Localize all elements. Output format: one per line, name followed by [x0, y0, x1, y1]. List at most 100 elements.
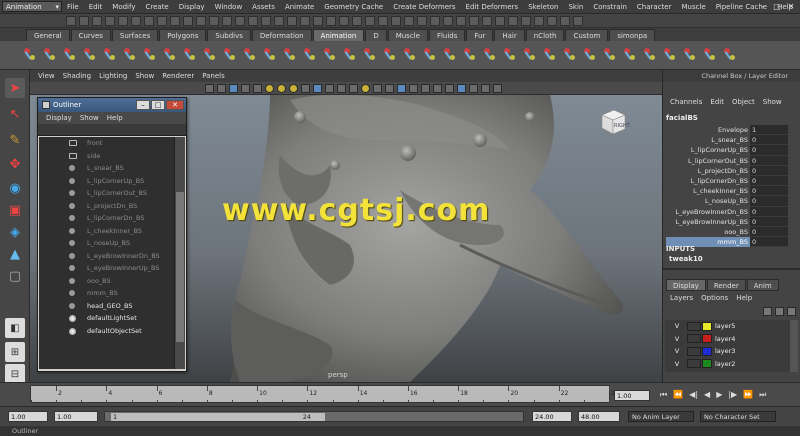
viewport-tool-icon[interactable]	[217, 83, 226, 93]
shelf-tab[interactable]: Subdivs	[207, 29, 251, 41]
status-tool-icon[interactable]	[131, 15, 141, 26]
layer-editor-menu-item[interactable]: Layers	[666, 293, 697, 303]
shelf-tab[interactable]: General	[26, 29, 70, 41]
status-tool-icon[interactable]	[66, 15, 76, 26]
attribute-value-field[interactable]: 1	[750, 125, 788, 136]
attribute-value-field[interactable]: 0	[750, 196, 788, 207]
joint-tool-icon[interactable]	[202, 45, 217, 64]
layer-visibility-toggle[interactable]: V	[671, 347, 683, 355]
status-tool-icon[interactable]	[222, 15, 232, 26]
viewport-tool-icon[interactable]	[325, 83, 334, 93]
status-tool-icon[interactable]	[144, 15, 154, 26]
joint-tool-icon[interactable]	[662, 45, 677, 64]
outliner-item[interactable]: L_lipCornerDn_BS	[39, 212, 174, 225]
status-tool-icon[interactable]	[326, 15, 336, 26]
viewport-tool-icon[interactable]	[253, 83, 262, 93]
joint-tool-icon[interactable]	[82, 45, 97, 64]
layer-editor-tab[interactable]: Render	[706, 279, 746, 291]
status-tool-icon[interactable]	[183, 15, 193, 26]
step-forward-frame-icon[interactable]: |▶	[728, 390, 737, 400]
view-cube[interactable]: RIGHT	[598, 107, 630, 137]
status-tool-icon[interactable]	[352, 15, 362, 26]
viewport-menu-item[interactable]: Renderer	[158, 72, 198, 80]
joint-tool-icon[interactable]	[222, 45, 237, 64]
menu-item[interactable]: Character	[632, 0, 677, 14]
viewport-tool-icon[interactable]	[469, 83, 478, 93]
layer-row[interactable]: Vlayer3	[665, 345, 790, 358]
outliner-item[interactable]: L_noseUp_BS	[39, 237, 174, 250]
viewport-tool-icon[interactable]	[457, 83, 466, 93]
status-tool-icon[interactable]	[105, 15, 115, 26]
menu-item[interactable]: Skin	[563, 0, 588, 14]
go-to-end-icon[interactable]: ⏭	[759, 390, 766, 400]
paint-select-icon[interactable]: ✎	[5, 130, 25, 150]
layer-visibility-toggle[interactable]: V	[671, 322, 683, 330]
channel-box-menu-item[interactable]: Show	[759, 96, 786, 108]
menu-item[interactable]: Edit Deformers	[461, 0, 524, 14]
attribute-value-field[interactable]: 0	[750, 135, 788, 146]
joint-tool-icon[interactable]	[542, 45, 557, 64]
menu-item[interactable]: Muscle	[676, 0, 710, 14]
status-tool-icon[interactable]	[365, 15, 375, 26]
viewport-menu-item[interactable]: Shading	[59, 72, 95, 80]
joint-tool-icon[interactable]	[182, 45, 197, 64]
layer-playback-toggle[interactable]	[687, 334, 701, 344]
joint-tool-icon[interactable]	[722, 45, 737, 64]
status-tool-icon[interactable]	[560, 15, 570, 26]
layer-editor-tab[interactable]: Anim	[746, 279, 779, 291]
viewport-tool-icon[interactable]	[349, 83, 358, 93]
joint-tool-icon[interactable]	[562, 45, 577, 64]
viewport-tool-icon[interactable]	[445, 83, 454, 93]
outliner-item[interactable]: L_lipCornerOut_BS	[39, 187, 174, 200]
layer-playback-toggle[interactable]	[687, 321, 701, 331]
channel-box-node-name[interactable]: facialBS	[666, 114, 698, 122]
joint-tool-icon[interactable]	[582, 45, 597, 64]
joint-tool-icon[interactable]	[142, 45, 157, 64]
status-tool-icon[interactable]	[79, 15, 89, 26]
shelf-tab[interactable]: D	[365, 29, 387, 41]
status-tool-icon[interactable]	[508, 15, 518, 26]
viewport-menu-item[interactable]: View	[34, 72, 59, 80]
status-tool-icon[interactable]	[261, 15, 271, 26]
viewport-tool-icon[interactable]	[337, 83, 346, 93]
layer-row[interactable]: Vlayer5	[665, 320, 790, 333]
shelf-tab[interactable]: Fluids	[428, 29, 466, 41]
joint-tool-icon[interactable]	[642, 45, 657, 64]
four-view-layout-icon[interactable]: ⊞	[5, 342, 25, 362]
step-back-key-icon[interactable]: ⏪	[673, 390, 683, 400]
outliner-item[interactable]: side	[39, 150, 174, 163]
joint-tool-icon[interactable]	[622, 45, 637, 64]
joint-tool-icon[interactable]	[462, 45, 477, 64]
lasso-tool-icon[interactable]: ↖	[5, 104, 25, 124]
soft-mod-tool-icon[interactable]: ▲	[5, 244, 25, 264]
last-tool-icon[interactable]: ▢	[5, 266, 25, 286]
layer-color-swatch[interactable]	[702, 321, 712, 331]
attribute-value-field[interactable]: 0	[750, 165, 788, 176]
outliner-item[interactable]: L_snear_BS	[39, 162, 174, 175]
shelf-tab[interactable]: Fur	[466, 29, 494, 41]
status-tool-icon[interactable]	[313, 15, 323, 26]
select-tool-icon[interactable]: ➤	[5, 78, 25, 98]
outliner-item[interactable]: L_lipCornerUp_BS	[39, 175, 174, 188]
channel-attribute-row[interactable]: L_cheekInner_BS 0	[666, 186, 791, 197]
attribute-value-field[interactable]: 0	[750, 186, 788, 197]
playback-start-field[interactable]: 1.00	[54, 411, 98, 422]
status-tool-icon[interactable]	[417, 15, 427, 26]
outliner-layout-icon[interactable]: ⊟	[5, 364, 25, 384]
joint-tool-icon[interactable]	[22, 45, 37, 64]
outliner-item[interactable]: L_eyeBrowInnerUp_BS	[39, 262, 174, 275]
shelf-tab[interactable]: simonpa	[609, 29, 656, 41]
outliner-menu-item[interactable]: Help	[103, 114, 127, 122]
menu-set-dropdown[interactable]: Animation ▾	[2, 1, 62, 12]
status-tool-icon[interactable]	[521, 15, 531, 26]
menu-item[interactable]: Create	[140, 0, 173, 14]
menu-item[interactable]: Animate	[280, 0, 319, 14]
outliner-scrollbar[interactable]	[174, 137, 185, 369]
viewport-tool-icon[interactable]	[301, 83, 310, 93]
joint-tool-icon[interactable]	[482, 45, 497, 64]
attribute-value-field[interactable]: 0	[750, 155, 788, 166]
joint-tool-icon[interactable]	[522, 45, 537, 64]
joint-tool-icon[interactable]	[682, 45, 697, 64]
layer-row[interactable]: Vlayer4	[665, 333, 790, 346]
joint-tool-icon[interactable]	[422, 45, 437, 64]
